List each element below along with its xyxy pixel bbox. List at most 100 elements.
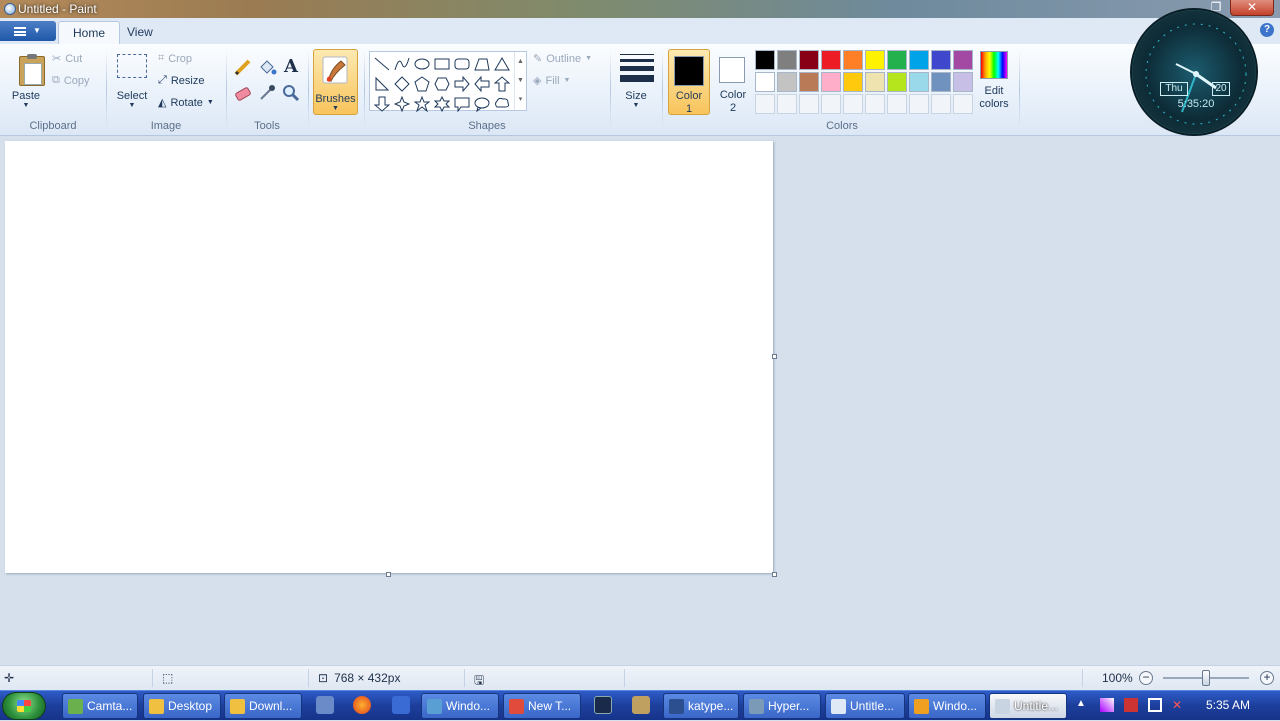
palette-empty-slot[interactable] xyxy=(931,94,951,114)
taskbar-item[interactable]: Hyper... xyxy=(743,693,821,719)
taskbar-item[interactable]: Camta... xyxy=(62,693,138,719)
quicklaunch-icon[interactable] xyxy=(316,696,334,714)
size-button[interactable]: Size ▼ xyxy=(616,48,656,114)
fill-bucket-icon[interactable] xyxy=(256,56,278,78)
palette-empty-slot[interactable] xyxy=(887,94,907,114)
palette-color-swatch[interactable] xyxy=(865,50,885,70)
curve-shape-icon[interactable] xyxy=(392,54,412,74)
quicklaunch-icon[interactable] xyxy=(392,696,410,714)
line-shape-icon[interactable] xyxy=(372,54,392,74)
tab-home[interactable]: Home xyxy=(58,21,121,44)
palette-color-swatch[interactable] xyxy=(909,50,929,70)
palette-empty-slot[interactable] xyxy=(953,94,973,114)
palette-color-swatch[interactable] xyxy=(953,72,973,92)
up-arrow-shape-icon[interactable] xyxy=(492,74,512,94)
palette-color-swatch[interactable] xyxy=(777,72,797,92)
photoshop-icon[interactable] xyxy=(594,696,612,714)
five-point-star-shape-icon[interactable] xyxy=(412,94,432,114)
chevron-up-icon[interactable]: ▲ xyxy=(1076,698,1090,712)
fill-button[interactable]: ◈ Fill ▼ xyxy=(533,74,570,88)
rotate-button[interactable]: ◭ Rotate ▼ xyxy=(158,96,214,110)
palette-color-swatch[interactable] xyxy=(865,72,885,92)
palette-color-swatch[interactable] xyxy=(909,72,929,92)
taskbar-item[interactable]: Untitle... xyxy=(825,693,905,719)
palette-color-swatch[interactable] xyxy=(777,50,797,70)
taskbar-clock[interactable]: 5:35 AM xyxy=(1206,698,1250,712)
copy-button[interactable]: ⧉ Copy xyxy=(52,74,90,87)
hexagon-shape-icon[interactable] xyxy=(432,74,452,94)
zoom-slider-thumb[interactable] xyxy=(1202,670,1210,686)
palette-color-swatch[interactable] xyxy=(755,50,775,70)
triangle-shape-icon[interactable] xyxy=(492,54,512,74)
display-icon[interactable] xyxy=(1148,698,1162,712)
pen-icon[interactable] xyxy=(1100,698,1114,712)
right-triangle-shape-icon[interactable] xyxy=(372,74,392,94)
left-arrow-shape-icon[interactable] xyxy=(472,74,492,94)
four-point-star-shape-icon[interactable] xyxy=(392,94,412,114)
taskbar-item[interactable]: New T... xyxy=(503,693,581,719)
oval-callout-shape-icon[interactable] xyxy=(472,94,492,114)
pentagon-shape-icon[interactable] xyxy=(412,74,432,94)
palette-empty-slot[interactable] xyxy=(865,94,885,114)
magnifier-icon[interactable] xyxy=(280,82,302,104)
resize-handle-corner[interactable] xyxy=(772,572,777,577)
color-picker-icon[interactable] xyxy=(256,82,278,104)
shapes-scrollbar[interactable]: ▲ ▼ ▾ xyxy=(514,52,526,110)
right-arrow-shape-icon[interactable] xyxy=(452,74,472,94)
quicklaunch-icon[interactable] xyxy=(632,696,650,714)
resize-button[interactable]: ⤢ Resize xyxy=(158,74,204,87)
palette-empty-slot[interactable] xyxy=(799,94,819,114)
edit-colors-button[interactable]: Edit colors xyxy=(975,49,1013,111)
polygon-shape-icon[interactable] xyxy=(472,54,492,74)
paint-menu-button[interactable]: ▼ xyxy=(0,21,56,41)
taskbar-item[interactable]: Untitle... xyxy=(989,693,1067,719)
palette-color-swatch[interactable] xyxy=(821,72,841,92)
crop-button[interactable]: ⌗ Crop xyxy=(158,52,192,65)
paste-button[interactable]: Paste ▼ xyxy=(6,48,46,114)
palette-empty-slot[interactable] xyxy=(843,94,863,114)
down-arrow-shape-icon[interactable] xyxy=(372,94,392,114)
zoom-in-button[interactable]: + xyxy=(1260,671,1274,685)
palette-color-swatch[interactable] xyxy=(931,72,951,92)
palette-color-swatch[interactable] xyxy=(843,72,863,92)
network-error-icon[interactable] xyxy=(1124,698,1138,712)
palette-color-swatch[interactable] xyxy=(953,50,973,70)
palette-color-swatch[interactable] xyxy=(843,50,863,70)
cloud-callout-shape-icon[interactable] xyxy=(492,94,512,114)
taskbar-item[interactable]: Downl... xyxy=(224,693,302,719)
palette-color-swatch[interactable] xyxy=(931,50,951,70)
resize-handle-right[interactable] xyxy=(772,354,777,359)
tab-view[interactable]: View xyxy=(113,21,167,44)
six-point-star-shape-icon[interactable] xyxy=(432,94,452,114)
rectangle-shape-icon[interactable] xyxy=(432,54,452,74)
palette-color-swatch[interactable] xyxy=(887,72,907,92)
help-icon[interactable]: ? xyxy=(1260,23,1274,37)
diamond-shape-icon[interactable] xyxy=(392,74,412,94)
palette-color-swatch[interactable] xyxy=(821,50,841,70)
palette-empty-slot[interactable] xyxy=(909,94,929,114)
pencil-icon[interactable] xyxy=(232,56,254,78)
taskbar-item[interactable]: Windo... xyxy=(421,693,499,719)
palette-empty-slot[interactable] xyxy=(755,94,775,114)
palette-color-swatch[interactable] xyxy=(799,72,819,92)
brushes-button[interactable]: Brushes ▼ xyxy=(313,49,358,115)
drawing-canvas[interactable] xyxy=(5,141,773,573)
palette-color-swatch[interactable] xyxy=(755,72,775,92)
oval-shape-icon[interactable] xyxy=(412,54,432,74)
resize-handle-bottom[interactable] xyxy=(386,572,391,577)
rounded-rectangle-shape-icon[interactable] xyxy=(452,54,472,74)
text-tool-icon[interactable]: A xyxy=(280,56,302,78)
taskbar-item[interactable]: katype... xyxy=(663,693,739,719)
cut-button[interactable]: ✂ Cut xyxy=(52,52,82,66)
palette-empty-slot[interactable] xyxy=(821,94,841,114)
palette-empty-slot[interactable] xyxy=(777,94,797,114)
eraser-icon[interactable] xyxy=(232,82,254,104)
palette-color-swatch[interactable] xyxy=(887,50,907,70)
firefox-icon[interactable] xyxy=(353,696,371,714)
rectangular-callout-shape-icon[interactable] xyxy=(452,94,472,114)
outline-button[interactable]: ✎ Outline ▼ xyxy=(533,52,592,66)
color-1-button[interactable]: Color 1 xyxy=(668,49,710,115)
paint-app-icon[interactable] xyxy=(4,3,16,15)
taskbar-item[interactable]: Desktop xyxy=(143,693,221,719)
color-2-button[interactable]: Color 2 xyxy=(712,49,754,115)
